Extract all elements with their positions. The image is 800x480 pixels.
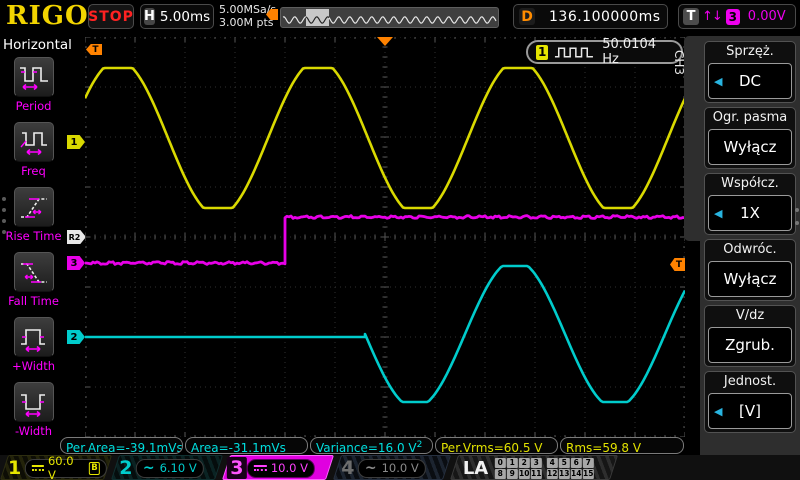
menu-item-label: Fall Time [0, 294, 67, 308]
panel-page-dots [795, 208, 799, 234]
timebase-value: 5.00ms [160, 9, 210, 25]
oscilloscope-screen: RIGOL STOP H 5.00ms 5.00MSa/s 3.00M pts … [0, 0, 800, 480]
horizontal-measure-menu: Horizontal Period Freq Rise Tim [0, 34, 67, 454]
menu-item-freq[interactable]: Freq [0, 122, 67, 185]
trigger-slope-icon: ↑↓ [702, 9, 722, 24]
menu-item-label: Rise Time [0, 229, 67, 243]
minus-width-icon [17, 385, 51, 419]
menu-unit[interactable]: Jednost. ◀ [V] [704, 371, 796, 433]
frequency-counter: 1 50.0104 Hz [526, 40, 683, 64]
la-label: LA [463, 457, 488, 478]
run-state-label: STOP [88, 9, 134, 25]
delay-value: 136.100000ms [549, 9, 661, 25]
chevron-left-icon: ◀ [714, 207, 722, 220]
ch1-scale: 60.0 V [48, 454, 84, 480]
ch4-scale: 10.0 V [382, 461, 419, 475]
menu-item-pos-width[interactable]: +Width [0, 317, 67, 380]
menu-probe-ratio[interactable]: Współcz. ◀ 1X [704, 173, 796, 235]
memory-depth: 3.00M pts [219, 16, 276, 29]
ac-coupling-icon: ~ [143, 463, 155, 473]
horizontal-timebase-box[interactable]: H 5.00ms [140, 4, 214, 29]
trigger-status-box[interactable]: T ↑↓ 3 0.00V [678, 4, 796, 29]
fall-time-icon [17, 255, 51, 289]
measurement-variance: Variance=16.0 V2 [310, 437, 433, 454]
menu-bandwidth-limit[interactable]: Ogr. pasma Wyłącz [704, 107, 796, 169]
menu-item-label: Period [0, 99, 67, 113]
delay-position-box[interactable]: D 136.100000ms [513, 4, 668, 29]
trigger-source-badge: 3 [726, 9, 740, 25]
digital-channel-indicators: 0123 4567 891011 12131415 [494, 457, 594, 479]
ch4-status[interactable]: 4 ~ 10.0 V [333, 455, 451, 480]
channel-menu-tab-label: CH3 [672, 50, 686, 75]
dc-coupling-icon [254, 465, 267, 471]
chevron-left-icon: ◀ [714, 75, 722, 88]
chevron-left-icon: ◀ [714, 405, 722, 418]
rise-time-icon [17, 190, 51, 224]
measurement-per-area: Per.Area=-39.1mVs [60, 437, 183, 454]
menu-item-rise-time[interactable]: Rise Time [0, 187, 67, 250]
plus-width-icon [17, 320, 51, 354]
trigger-key-icon: T [683, 8, 699, 25]
menu-volts-per-div[interactable]: V/dz Zgrub. [704, 305, 796, 367]
period-icon [17, 60, 51, 94]
channel-menu-panel: Sprzęż. ◀ DC Ogr. pasma Wyłącz Współcz. … [700, 36, 800, 456]
measurement-area: Area=-31.1mVs [185, 437, 308, 454]
la-status[interactable]: LA 0123 4567 891011 12131415 [450, 455, 618, 480]
square-wave-icon [554, 45, 594, 59]
ch3-scale: 10.0 V [271, 461, 308, 475]
menu-item-label: Freq [0, 164, 67, 178]
ch1-number: 1 [5, 457, 25, 479]
ch3-status-selected[interactable]: 3 10.0 V [222, 455, 334, 480]
memory-preview-sine-icon [281, 8, 498, 27]
run-state-badge[interactable]: STOP [88, 4, 134, 29]
trigger-level-value: 0.00V [748, 9, 786, 24]
menu-item-label: -Width [0, 424, 67, 438]
ch2-status[interactable]: 2 ~ 6.10 V [111, 455, 223, 480]
ch4-number: 4 [338, 457, 358, 479]
ch3-offset-marker[interactable]: 3 [67, 256, 85, 270]
ch2-offset-marker[interactable]: 2 [67, 330, 85, 344]
ch1-offset-marker[interactable]: 1 [67, 135, 85, 149]
channel-status-bar: 1 60.0 V B 2 ~ 6.10 V 3 [0, 455, 800, 480]
measurement-per-vrms: Per.Vrms=60.5 V [435, 437, 558, 454]
counter-value: 50.0104 Hz [602, 37, 673, 67]
menu-coupling[interactable]: Sprzęż. ◀ DC [704, 41, 796, 103]
ch3-number: 3 [227, 457, 247, 479]
h-key-icon: H [144, 8, 155, 25]
dc-coupling-icon [32, 465, 45, 471]
menu-page-dots [2, 197, 6, 241]
menu-invert[interactable]: Odwróc. Wyłącz [704, 239, 796, 301]
counter-source-badge: 1 [536, 45, 548, 60]
trigger-position-icon[interactable] [377, 37, 393, 46]
delay-icon: D [519, 8, 535, 25]
ch2-number: 2 [116, 457, 136, 479]
freq-icon [17, 125, 51, 159]
ch2-scale: 6.10 V [160, 461, 197, 475]
ch1-status[interactable]: 1 60.0 V B [0, 455, 112, 480]
menu-item-fall-time[interactable]: Fall Time [0, 252, 67, 315]
waveform-memory-preview[interactable] [280, 7, 499, 28]
ac-coupling-icon: ~ [365, 463, 377, 473]
ref2-offset-marker[interactable]: R2 [67, 230, 86, 244]
bandwidth-limit-icon: B [89, 461, 100, 474]
waveform-display [85, 37, 685, 437]
menu-item-neg-width[interactable]: -Width [0, 382, 67, 445]
ch2-burst [85, 266, 685, 402]
left-menu-title: Horizontal [0, 34, 67, 53]
measurement-rms: Rms=59.8 V [560, 437, 684, 454]
menu-item-period[interactable]: Period [0, 57, 67, 120]
graticule-area: T T 1 50.0104 Hz [85, 37, 685, 437]
menu-item-label: +Width [0, 359, 67, 373]
